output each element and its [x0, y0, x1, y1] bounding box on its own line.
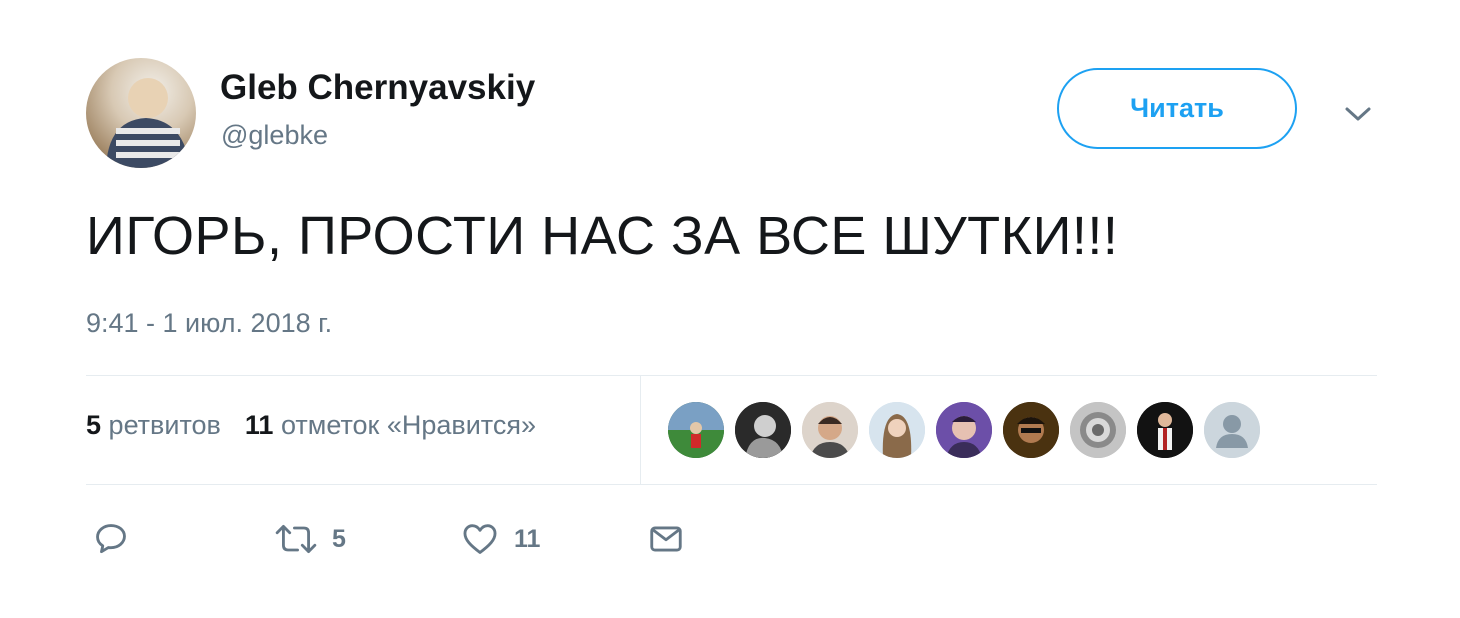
likes-stat[interactable]: 11 отметок «Нравится»	[245, 410, 536, 440]
tweet-stats: 5 ретвитов 11 отметок «Нравится»	[86, 410, 536, 441]
chevron-down-icon[interactable]	[1340, 96, 1376, 132]
divider	[86, 375, 1377, 376]
liker-avatar[interactable]	[1204, 402, 1260, 458]
retweet-icon	[275, 525, 317, 553]
retweets-count: 5	[86, 410, 102, 440]
likes-count: 11	[244, 410, 274, 440]
liker-avatar[interactable]	[869, 402, 925, 458]
retweets-label: ретвитов	[108, 410, 221, 440]
retweets-stat[interactable]: 5 ретвитов	[86, 410, 221, 440]
like-count: 11	[514, 524, 541, 553]
liker-avatar[interactable]	[936, 402, 992, 458]
direct-message-button[interactable]	[646, 514, 686, 564]
author-name[interactable]: Gleb Chernyavskiy	[220, 68, 535, 108]
retweet-button[interactable]: 5	[274, 514, 346, 564]
tweet-text: ИГОРЬ, ПРОСТИ НАС ЗА ВСЕ ШУТКИ!!!	[86, 206, 1119, 266]
follow-button[interactable]: Читать	[1057, 68, 1297, 149]
tweet-timestamp[interactable]: 9:41 - 1 июл. 2018 г.	[86, 308, 332, 339]
divider	[86, 484, 1377, 485]
retweet-count: 5	[332, 524, 346, 553]
liker-avatar[interactable]	[735, 402, 791, 458]
author-avatar[interactable]	[86, 58, 196, 168]
reply-icon	[96, 524, 126, 554]
reply-button[interactable]	[92, 514, 130, 564]
liker-avatar[interactable]	[1070, 402, 1126, 458]
avatar-photo	[106, 78, 190, 168]
heart-icon	[463, 524, 497, 554]
likes-label: отметок «Нравится»	[280, 410, 537, 440]
liker-avatar[interactable]	[1137, 402, 1193, 458]
liker-avatar[interactable]	[802, 402, 858, 458]
envelope-icon	[650, 526, 682, 552]
liker-avatar[interactable]	[668, 402, 724, 458]
stats-divider	[640, 376, 641, 484]
liker-avatar[interactable]	[1003, 402, 1059, 458]
like-button[interactable]: 11	[460, 514, 540, 564]
author-handle[interactable]: @glebke	[221, 120, 328, 151]
